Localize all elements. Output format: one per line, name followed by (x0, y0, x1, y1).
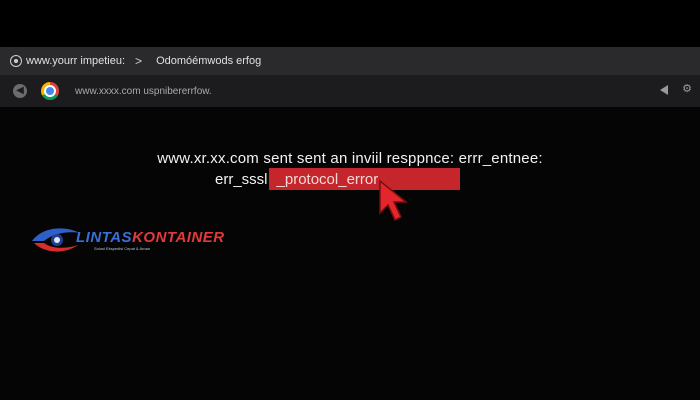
error-code-highlight: _protocol_error (268, 168, 461, 190)
watermark-text: LINTASKONTAINER Solusi Ekspedisi Cepat &… (76, 230, 225, 251)
tab-2-title[interactable]: Odomóémwods erfog (156, 55, 261, 67)
error-message-line-2: err_sssl _protocol_error (215, 168, 461, 190)
tab-bar: www.yourr impetieu: > Odomóémwods erfog (0, 47, 700, 75)
url-field[interactable]: www.xxxx.com uspnibererrfow. (75, 86, 212, 97)
error-code-prefix: err_sssl (215, 170, 268, 188)
address-bar: ◀ www.xxxx.com uspnibererrfow. ⚙ (0, 75, 700, 107)
top-dark-strip (0, 0, 700, 47)
cast-icon[interactable] (660, 84, 669, 95)
tab-1-title[interactable]: www.yourr impetieu: (26, 55, 125, 67)
tab-site-icon (10, 55, 22, 67)
chrome-logo-icon (41, 82, 59, 100)
watermark-tagline: Solusi Ekspedisi Cepat & Aman (94, 245, 151, 251)
watermark-logo: LINTASKONTAINER Solusi Ekspedisi Cepat &… (30, 225, 225, 255)
cursor-arrow-icon (379, 179, 409, 222)
error-message-line-1: www.xr.xx.com sent sent an inviil resppn… (157, 150, 543, 167)
settings-icon[interactable]: ⚙ (682, 84, 692, 95)
back-icon[interactable]: ◀ (13, 84, 27, 98)
brand-part-2: KONTAINER (132, 228, 225, 246)
chevron-right-icon: > (135, 54, 143, 68)
brand-part-1: LINTAS (76, 228, 133, 246)
watermark-brand: LINTASKONTAINER (76, 230, 225, 245)
address-bar-actions: ⚙ (660, 84, 692, 95)
